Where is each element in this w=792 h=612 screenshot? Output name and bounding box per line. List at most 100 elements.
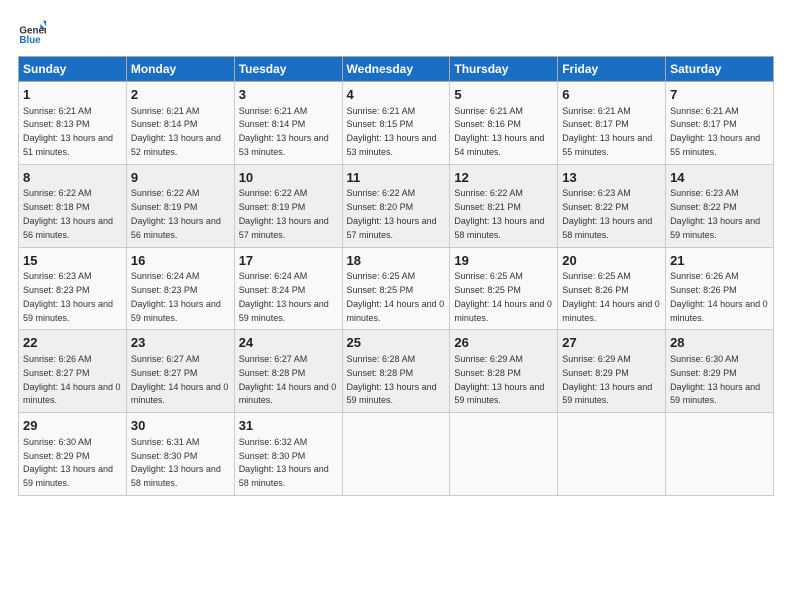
calendar-cell	[450, 413, 558, 496]
week-row-1: 1 Sunrise: 6:21 AMSunset: 8:13 PMDaylight…	[19, 82, 774, 165]
day-number: 24	[239, 334, 338, 352]
day-info: Sunrise: 6:24 AMSunset: 8:24 PMDaylight:…	[239, 271, 329, 322]
day-number: 16	[131, 252, 230, 270]
day-number: 27	[562, 334, 661, 352]
header-row: SundayMondayTuesdayWednesdayThursdayFrid…	[19, 57, 774, 82]
logo: General Blue	[18, 18, 50, 46]
calendar-cell: 11Sunrise: 6:22 AMSunset: 8:20 PMDayligh…	[342, 164, 450, 247]
calendar-cell: 12Sunrise: 6:22 AMSunset: 8:21 PMDayligh…	[450, 164, 558, 247]
day-number: 20	[562, 252, 661, 270]
day-number: 25	[347, 334, 446, 352]
day-number: 15	[23, 252, 122, 270]
day-number: 4	[347, 86, 446, 104]
calendar-header: SundayMondayTuesdayWednesdayThursdayFrid…	[19, 57, 774, 82]
header: General Blue	[18, 18, 774, 46]
calendar-cell: 14Sunrise: 6:23 AMSunset: 8:22 PMDayligh…	[666, 164, 774, 247]
calendar-cell: 26 Sunrise: 6:29 AMSunset: 8:28 PMDayligh…	[450, 330, 558, 413]
header-cell-tuesday: Tuesday	[234, 57, 342, 82]
day-number: 22	[23, 334, 122, 352]
day-number: 28	[670, 334, 769, 352]
day-info: Sunrise: 6:24 AMSunset: 8:23 PMDaylight:…	[131, 271, 221, 322]
calendar-cell: 30 Sunrise: 6:31 AMSunset: 8:30 PMDayligh…	[126, 413, 234, 496]
calendar-cell: 31 Sunrise: 6:32 AMSunset: 8:30 PMDayligh…	[234, 413, 342, 496]
calendar-cell: 28Sunrise: 6:30 AMSunset: 8:29 PMDayligh…	[666, 330, 774, 413]
header-cell-sunday: Sunday	[19, 57, 127, 82]
calendar-cell: 23Sunrise: 6:27 AMSunset: 8:27 PMDayligh…	[126, 330, 234, 413]
day-number: 31	[239, 417, 338, 435]
day-info: Sunrise: 6:23 AMSunset: 8:22 PMDaylight:…	[670, 188, 760, 239]
day-number: 1	[23, 86, 122, 104]
day-info: Sunrise: 6:21 AMSunset: 8:13 PMDaylight:…	[23, 106, 113, 157]
day-info: Sunrise: 6:25 AMSunset: 8:25 PMDaylight:…	[347, 271, 445, 322]
calendar-cell: 21Sunrise: 6:26 AMSunset: 8:26 PMDayligh…	[666, 247, 774, 330]
day-info: Sunrise: 6:25 AMSunset: 8:25 PMDaylight:…	[454, 271, 552, 322]
header-cell-wednesday: Wednesday	[342, 57, 450, 82]
day-info: Sunrise: 6:21 AMSunset: 8:17 PMDaylight:…	[670, 106, 760, 157]
header-cell-friday: Friday	[558, 57, 666, 82]
week-row-4: 22 Sunrise: 6:26 AMSunset: 8:27 PMDayligh…	[19, 330, 774, 413]
day-info: Sunrise: 6:28 AMSunset: 8:28 PMDaylight:…	[347, 354, 437, 405]
day-info: Sunrise: 6:21 AMSunset: 8:16 PMDaylight:…	[454, 106, 544, 157]
day-number: 7	[670, 86, 769, 104]
week-row-2: 8Sunrise: 6:22 AMSunset: 8:18 PMDaylight…	[19, 164, 774, 247]
day-info: Sunrise: 6:30 AMSunset: 8:29 PMDaylight:…	[23, 437, 113, 488]
day-number: 21	[670, 252, 769, 270]
day-info: Sunrise: 6:31 AMSunset: 8:30 PMDaylight:…	[131, 437, 221, 488]
day-info: Sunrise: 6:22 AMSunset: 8:19 PMDaylight:…	[239, 188, 329, 239]
day-info: Sunrise: 6:32 AMSunset: 8:30 PMDaylight:…	[239, 437, 329, 488]
day-info: Sunrise: 6:21 AMSunset: 8:17 PMDaylight:…	[562, 106, 652, 157]
calendar-cell: 6 Sunrise: 6:21 AMSunset: 8:17 PMDaylight…	[558, 82, 666, 165]
day-info: Sunrise: 6:26 AMSunset: 8:27 PMDaylight:…	[23, 354, 121, 405]
header-cell-monday: Monday	[126, 57, 234, 82]
calendar-cell: 1 Sunrise: 6:21 AMSunset: 8:13 PMDaylight…	[19, 82, 127, 165]
day-number: 18	[347, 252, 446, 270]
day-info: Sunrise: 6:21 AMSunset: 8:14 PMDaylight:…	[131, 106, 221, 157]
calendar-cell: 10Sunrise: 6:22 AMSunset: 8:19 PMDayligh…	[234, 164, 342, 247]
calendar-page: General Blue SundayMondayTuesdayWednesda…	[0, 0, 792, 506]
day-number: 2	[131, 86, 230, 104]
day-number: 9	[131, 169, 230, 187]
calendar-cell	[666, 413, 774, 496]
day-info: Sunrise: 6:29 AMSunset: 8:28 PMDaylight:…	[454, 354, 544, 405]
day-info: Sunrise: 6:27 AMSunset: 8:28 PMDaylight:…	[239, 354, 337, 405]
day-number: 13	[562, 169, 661, 187]
day-info: Sunrise: 6:25 AMSunset: 8:26 PMDaylight:…	[562, 271, 660, 322]
calendar-cell: 24 Sunrise: 6:27 AMSunset: 8:28 PMDayligh…	[234, 330, 342, 413]
calendar-cell: 17Sunrise: 6:24 AMSunset: 8:24 PMDayligh…	[234, 247, 342, 330]
day-number: 30	[131, 417, 230, 435]
calendar-cell: 29 Sunrise: 6:30 AMSunset: 8:29 PMDayligh…	[19, 413, 127, 496]
day-number: 23	[131, 334, 230, 352]
day-number: 8	[23, 169, 122, 187]
calendar-cell: 9Sunrise: 6:22 AMSunset: 8:19 PMDaylight…	[126, 164, 234, 247]
calendar-cell	[342, 413, 450, 496]
day-number: 29	[23, 417, 122, 435]
calendar-cell: 25 Sunrise: 6:28 AMSunset: 8:28 PMDayligh…	[342, 330, 450, 413]
day-number: 3	[239, 86, 338, 104]
day-number: 12	[454, 169, 553, 187]
calendar-cell: 8Sunrise: 6:22 AMSunset: 8:18 PMDaylight…	[19, 164, 127, 247]
day-info: Sunrise: 6:22 AMSunset: 8:18 PMDaylight:…	[23, 188, 113, 239]
day-number: 26	[454, 334, 553, 352]
calendar-cell: 19Sunrise: 6:25 AMSunset: 8:25 PMDayligh…	[450, 247, 558, 330]
calendar-cell: 13Sunrise: 6:23 AMSunset: 8:22 PMDayligh…	[558, 164, 666, 247]
calendar-cell: 2 Sunrise: 6:21 AMSunset: 8:14 PMDaylight…	[126, 82, 234, 165]
day-info: Sunrise: 6:29 AMSunset: 8:29 PMDaylight:…	[562, 354, 652, 405]
week-row-3: 15Sunrise: 6:23 AMSunset: 8:23 PMDayligh…	[19, 247, 774, 330]
day-info: Sunrise: 6:23 AMSunset: 8:23 PMDaylight:…	[23, 271, 113, 322]
calendar-cell: 18Sunrise: 6:25 AMSunset: 8:25 PMDayligh…	[342, 247, 450, 330]
day-info: Sunrise: 6:22 AMSunset: 8:19 PMDaylight:…	[131, 188, 221, 239]
day-info: Sunrise: 6:26 AMSunset: 8:26 PMDaylight:…	[670, 271, 768, 322]
day-number: 5	[454, 86, 553, 104]
header-cell-saturday: Saturday	[666, 57, 774, 82]
calendar-cell: 22 Sunrise: 6:26 AMSunset: 8:27 PMDayligh…	[19, 330, 127, 413]
svg-text:Blue: Blue	[19, 35, 41, 46]
day-info: Sunrise: 6:22 AMSunset: 8:21 PMDaylight:…	[454, 188, 544, 239]
calendar-cell: 20Sunrise: 6:25 AMSunset: 8:26 PMDayligh…	[558, 247, 666, 330]
calendar-cell: 3Sunrise: 6:21 AMSunset: 8:14 PMDaylight…	[234, 82, 342, 165]
calendar-cell: 5 Sunrise: 6:21 AMSunset: 8:16 PMDaylight…	[450, 82, 558, 165]
calendar-cell: 4Sunrise: 6:21 AMSunset: 8:15 PMDaylight…	[342, 82, 450, 165]
calendar-body: 1 Sunrise: 6:21 AMSunset: 8:13 PMDaylight…	[19, 82, 774, 496]
day-number: 6	[562, 86, 661, 104]
calendar-cell: 15Sunrise: 6:23 AMSunset: 8:23 PMDayligh…	[19, 247, 127, 330]
calendar-cell: 16Sunrise: 6:24 AMSunset: 8:23 PMDayligh…	[126, 247, 234, 330]
